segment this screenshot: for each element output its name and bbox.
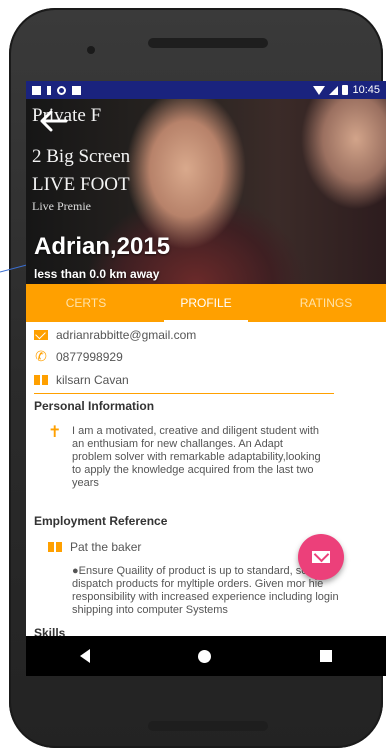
poster-line-2: 2 Big Screen bbox=[32, 146, 131, 167]
nav-back-icon[interactable] bbox=[80, 649, 91, 663]
poster-line-4: Live Premie bbox=[32, 199, 91, 213]
person-icon: ✝ bbox=[48, 424, 62, 441]
profile-name: Adrian,2015 bbox=[34, 233, 171, 260]
tab-profile[interactable]: PROFILE bbox=[146, 284, 266, 322]
email-text: adrianrabbitte@gmail.com bbox=[56, 328, 197, 342]
employer-text: Pat the baker bbox=[70, 540, 142, 554]
profile-content[interactable]: adrianrabbitte@gmail.com ✆ 0877998929 ki… bbox=[26, 322, 386, 636]
back-arrow-icon[interactable] bbox=[38, 109, 68, 133]
personal-info-text: I am a motivated, creative and diligent … bbox=[72, 425, 321, 489]
location-row: kilsarn Cavan bbox=[34, 373, 129, 387]
tab-certs[interactable]: CERTS bbox=[26, 284, 146, 322]
email-icon bbox=[34, 330, 48, 340]
status-bar: 10:45 bbox=[26, 81, 386, 99]
wifi-icon bbox=[313, 85, 326, 95]
status-time: 10:45 bbox=[352, 84, 380, 96]
tab-ratings[interactable]: RATINGS bbox=[266, 284, 386, 322]
front-camera bbox=[87, 46, 95, 54]
battery-icon bbox=[342, 85, 349, 95]
mail-icon bbox=[312, 551, 330, 563]
sync-icon bbox=[57, 85, 66, 95]
message-fab-button[interactable] bbox=[298, 534, 344, 580]
employment-reference-heading: Employment Reference bbox=[34, 514, 168, 528]
profile-distance: less than 0.0 km away bbox=[34, 267, 160, 281]
contact-divider bbox=[34, 393, 334, 394]
phone-icon: ✆ bbox=[35, 348, 47, 364]
location-icon bbox=[34, 375, 48, 385]
android-nav-bar bbox=[26, 636, 386, 676]
nav-recents-icon[interactable] bbox=[319, 650, 332, 662]
employer-row: Pat the baker bbox=[48, 540, 141, 554]
signal-icon bbox=[329, 85, 339, 95]
message-icon bbox=[32, 85, 41, 95]
app-screen: 10:45 Private F 2 Big Screen LIVE FOOT L… bbox=[26, 81, 386, 676]
skills-heading: Skills bbox=[34, 626, 66, 636]
earpiece-speaker bbox=[148, 38, 268, 48]
info-icon bbox=[47, 85, 51, 95]
phone-row: ✆ 0877998929 bbox=[34, 348, 123, 365]
personal-info-heading: Personal Information bbox=[34, 399, 155, 413]
profile-header-photo: Private F 2 Big Screen LIVE FOOT Live Pr… bbox=[26, 99, 386, 284]
bottom-speaker bbox=[148, 721, 268, 731]
clipboard-icon bbox=[72, 85, 81, 95]
nav-home-icon[interactable] bbox=[198, 649, 212, 663]
phone-text: 0877998929 bbox=[56, 349, 123, 364]
email-row: adrianrabbitte@gmail.com bbox=[34, 328, 196, 342]
location-text: kilsarn Cavan bbox=[56, 373, 129, 387]
employer-icon bbox=[48, 542, 62, 552]
poster-line-3: LIVE FOOT bbox=[32, 174, 130, 195]
profile-tabs: CERTS PROFILE RATINGS bbox=[26, 284, 386, 322]
